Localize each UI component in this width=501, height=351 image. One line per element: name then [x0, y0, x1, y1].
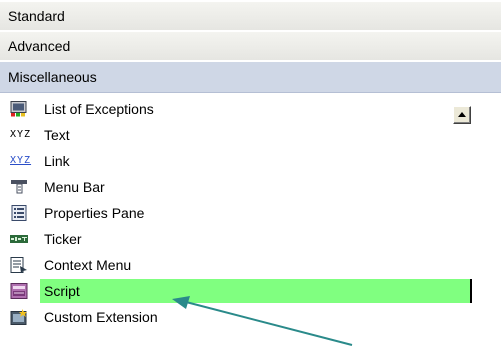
section-standard[interactable]: Standard: [0, 2, 501, 31]
item-label: Script: [44, 283, 80, 299]
section-miscellaneous[interactable]: Miscellaneous: [0, 62, 501, 93]
link-icon: XYZ: [10, 155, 32, 166]
menu-bar-icon: [11, 180, 27, 194]
item-label: Context Menu: [44, 257, 132, 273]
list-item-properties-pane[interactable]: Properties Pane: [0, 200, 501, 226]
item-label: Custom Extension: [44, 309, 158, 325]
list-item-menu-bar[interactable]: Menu Bar: [0, 174, 501, 200]
list-item-context-menu[interactable]: Context Menu: [0, 252, 501, 278]
list-item-list-of-exceptions[interactable]: List of Exceptions: [0, 96, 501, 122]
script-icon: [10, 283, 28, 299]
section-advanced[interactable]: Advanced: [0, 32, 501, 61]
item-label: Link: [44, 153, 70, 169]
item-label: List of Exceptions: [44, 101, 154, 117]
item-label: Text: [44, 127, 70, 143]
item-label: Ticker: [44, 231, 82, 247]
context-menu-icon: [10, 257, 27, 273]
list-item-link[interactable]: XYZ Link: [0, 148, 501, 174]
custom-extension-icon: [10, 309, 27, 325]
text-icon: XYZ: [10, 129, 32, 140]
list-of-exceptions-icon: [10, 101, 27, 117]
ticker-icon: [10, 235, 28, 243]
scroll-up-button[interactable]: [453, 106, 471, 124]
list-item-script[interactable]: Script: [0, 278, 501, 304]
list-item-ticker[interactable]: Ticker: [0, 226, 501, 252]
arrow-up-icon: [458, 112, 466, 117]
item-label: Menu Bar: [44, 179, 105, 195]
item-label: Properties Pane: [44, 205, 145, 221]
properties-pane-icon: [11, 205, 27, 221]
list-item-text[interactable]: XYZ Text: [0, 122, 501, 148]
list-item-custom-extension[interactable]: Custom Extension: [0, 304, 501, 330]
selection-highlight: [40, 279, 472, 303]
